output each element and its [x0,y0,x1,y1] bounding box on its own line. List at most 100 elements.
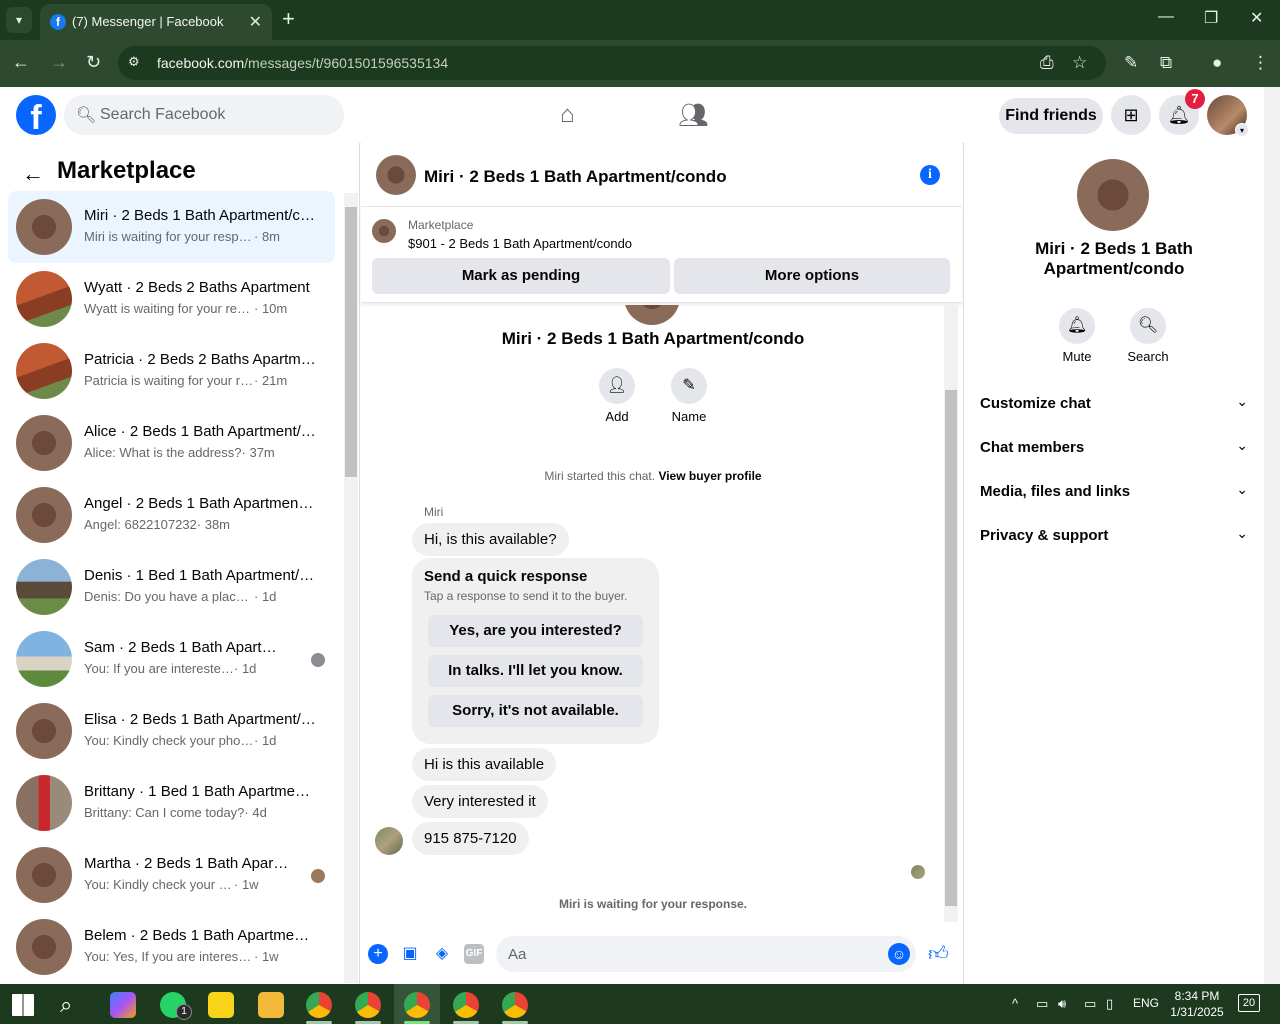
chat-members-section[interactable]: Chat members ⌄ [972,427,1256,471]
message-bubble[interactable]: Hi is this available [412,748,557,781]
listing-thumbnail [16,487,72,543]
sticker-icon[interactable]: ◈ [432,944,452,964]
message-input-field[interactable]: ☺ [496,936,916,972]
language-indicator[interactable]: ENG [1133,996,1159,1010]
tray-overflow-icon[interactable]: ^ [1012,996,1018,1011]
listing-avatar[interactable] [1077,159,1149,231]
chrome-icon[interactable] [453,992,479,1018]
mute-bell-icon[interactable]: 🔔︎ [1059,308,1095,344]
conversation-item[interactable]: Sam · 2 Beds 1 Bath Apartment/condo You:… [8,623,335,695]
conversation-item[interactable]: Brittany · 1 Bed 1 Bath Apartment/condo … [8,767,335,839]
close-window-icon[interactable]: ✕ [1250,8,1263,28]
battery-icon[interactable]: ▯ [1106,996,1113,1012]
home-icon[interactable]: ⌂ [560,101,575,129]
reload-icon[interactable]: ↻ [86,52,101,73]
message-input[interactable] [508,936,878,972]
browser-tab[interactable]: f (7) Messenger | Facebook ✕ [40,4,272,40]
friends-icon[interactable]: 👥︎ [678,101,708,130]
chat-details-panel: Miri · 2 Beds 1 Bath Apartment/condo 🔔︎ … [963,143,1264,984]
facebook-logo-icon[interactable]: f [16,95,56,135]
facebook-search[interactable]: 🔍︎ [64,95,344,135]
conversation-name: Angel · 2 Beds 1 Bath Apartment/condo [84,495,316,512]
menu-grid-icon[interactable]: ⊞ [1111,95,1151,135]
network-icon[interactable]: ▭ [1084,996,1096,1012]
listing-price-title[interactable]: $901 - 2 Beds 1 Bath Apartment/condo [408,236,632,251]
restore-icon[interactable]: ❐ [1204,8,1218,28]
gif-icon[interactable]: GIF [464,944,484,964]
message-bubble[interactable]: Hi, is this available? [412,523,569,556]
bookmark-star-icon[interactable]: ☆ [1072,53,1087,73]
chrome-icon[interactable] [355,992,381,1018]
conversation-item[interactable]: Denis · 1 Bed 1 Bath Apartment/condo Den… [8,551,335,623]
chat-avatar[interactable] [376,155,416,195]
thread-scrollbar[interactable] [944,305,958,922]
copilot-icon[interactable] [110,992,136,1018]
windows-start-icon[interactable] [12,994,34,1016]
back-arrow-icon[interactable]: ← [22,161,44,187]
privacy-support-section[interactable]: Privacy & support ⌄ [972,515,1256,559]
panel-title: Marketplace [57,157,196,184]
customize-chat-section[interactable]: Customize chat ⌄ [972,383,1256,427]
chrome-icon[interactable] [404,992,430,1018]
search-input[interactable] [100,95,330,135]
volume-icon[interactable]: 🔊︎ [1058,996,1066,1012]
tab-search-icon[interactable]: ▾ [6,7,32,33]
meet-icon[interactable]: ▭ [1036,996,1048,1012]
find-friends-button[interactable]: Find friends [999,98,1103,134]
file-explorer-icon[interactable] [258,992,284,1018]
quick-response-option[interactable]: In talks. I'll let you know. [428,655,643,687]
conversation-item[interactable]: Patricia · 2 Beds 2 Baths Apartment Patr… [8,335,335,407]
pen-icon[interactable]: ✎ [1124,53,1138,73]
profile-icon[interactable]: ● [1212,53,1222,73]
conversation-item[interactable]: Miri · 2 Beds 1 Bath Apartment/condo Mir… [8,191,335,263]
conversation-item[interactable]: Elisa · 2 Beds 1 Bath Apartment/condo Yo… [8,695,335,767]
search-icon[interactable]: ⌕ [60,992,86,1018]
marketplace-conversation-panel: ← Marketplace Miri · 2 Beds 1 Bath Apart… [0,143,360,984]
page-scrollbar[interactable] [1264,87,1280,984]
address-bar[interactable]: ⚙ facebook.com/messages/t/96015015965351… [118,46,1106,80]
view-buyer-profile-link[interactable]: View buyer profile [658,469,761,483]
search-icon[interactable]: 🔍︎ [1130,308,1166,344]
site-info-icon[interactable]: ⚙ [128,54,146,72]
quick-response-option[interactable]: Sorry, it's not available. [428,695,643,727]
new-tab-icon[interactable]: + [282,8,295,30]
sticky-notes-icon[interactable] [208,992,234,1018]
forward-icon[interactable]: → [50,52,68,73]
plus-icon[interactable]: + [368,944,388,964]
info-icon[interactable]: i [920,165,940,185]
whatsapp-badge: 1 [176,1004,192,1020]
message-bubble[interactable]: Very interested it [412,785,548,818]
system-clock[interactable]: 8:34 PM 1/31/2025 [1160,988,1234,1020]
media-files-links-section[interactable]: Media, files and links ⌄ [972,471,1256,515]
add-person-icon[interactable]: 👤︎ [599,368,635,404]
close-tab-icon[interactable]: ✕ [249,12,262,32]
back-icon[interactable]: ← [12,52,30,73]
chrome-icon[interactable] [502,992,528,1018]
scrollbar-thumb[interactable] [345,207,357,477]
mark-as-pending-button[interactable]: Mark as pending [372,258,670,294]
chrome-icon[interactable] [306,992,332,1018]
pencil-icon[interactable]: ✎ [671,368,707,404]
conversation-item[interactable]: Wyatt · 2 Beds 2 Baths Apartment Wyatt i… [8,263,335,335]
extensions-icon[interactable]: ⧉ [1160,53,1172,73]
photo-icon[interactable]: ▣ [400,944,420,964]
conversation-item[interactable]: Angel · 2 Beds 1 Bath Apartment/condo An… [8,479,335,551]
account-avatar[interactable]: ▾ [1207,95,1249,137]
install-app-icon[interactable]: ⎙ [1040,53,1054,73]
listing-thumbnail[interactable] [372,219,396,243]
quick-response-option[interactable]: Yes, are you interested? [428,615,643,647]
thumbs-up-icon[interactable]: 👍︎ [928,944,949,964]
notification-center-icon[interactable]: 20 [1238,994,1260,1012]
minimize-icon[interactable]: — [1158,8,1174,26]
conversation-item[interactable]: Alice · 2 Beds 1 Bath Apartment/condo Al… [8,407,335,479]
more-options-button[interactable]: More options [674,258,950,294]
conversation-item[interactable]: Martha · 2 Beds 1 Bath Apartment/condo Y… [8,839,335,911]
message-bubble[interactable]: 915 875-7120 [412,822,529,855]
conversation-scrollbar[interactable] [344,193,358,983]
emoji-icon[interactable]: ☺ [888,943,910,965]
browser-menu-icon[interactable]: ⋮ [1252,53,1269,73]
scrollbar-thumb[interactable] [945,390,957,906]
conversation-item[interactable]: Belem · 2 Beds 1 Bath Apartment/condo Yo… [8,911,335,983]
search-icon: 🔍︎ [76,107,97,124]
chat-title[interactable]: Miri · 2 Beds 1 Bath Apartment/condo [424,167,727,187]
